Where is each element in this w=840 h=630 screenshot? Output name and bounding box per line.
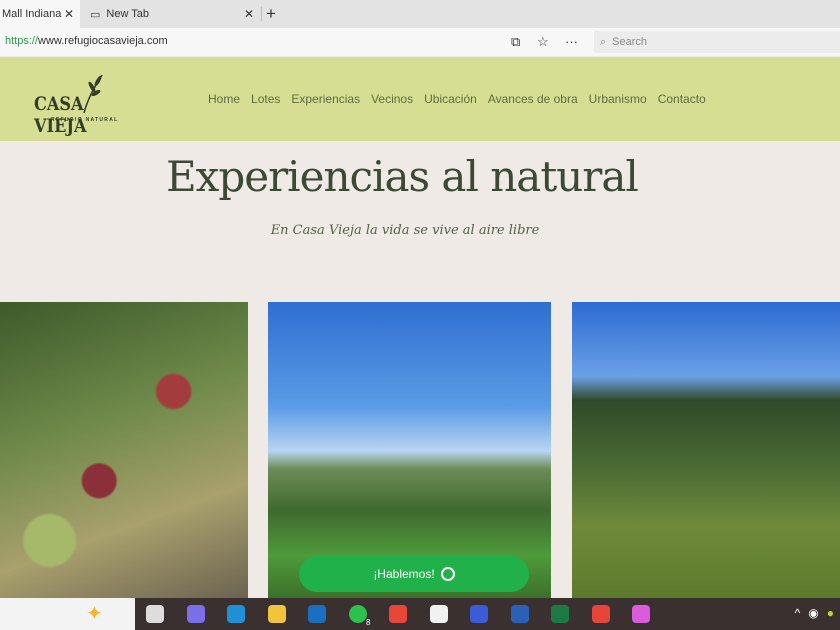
chrome-icon[interactable] [389, 605, 407, 623]
whatsapp-icon [440, 567, 455, 581]
nav-urbanismo[interactable]: Urbanismo [589, 92, 647, 106]
logo[interactable]: CASA VIEJA REFUGIO NATURAL [34, 73, 154, 137]
system-tray: ^ ◉ ● [795, 606, 834, 620]
address-bar: https://www.refugiocasavieja.com ⧉ ☆ ···… [0, 28, 840, 56]
nav-home[interactable]: Home [208, 92, 240, 106]
translate-icon[interactable]: ⧉ [511, 34, 520, 50]
search-icon: ⌕ [600, 35, 607, 48]
more-icon[interactable]: ··· [565, 34, 578, 49]
site-header: CASA VIEJA REFUGIO NATURAL Home Lotes Ex… [0, 57, 840, 141]
logo-subtitle: REFUGIO NATURAL [51, 117, 119, 123]
tab-new-tab[interactable]: ▭ New Tab ✕ [82, 0, 260, 28]
url-host: www.refugiocasavieja.com [38, 35, 168, 47]
new-tab-button[interactable]: + [266, 4, 276, 24]
edge-icon[interactable] [227, 605, 245, 623]
close-tab-icon[interactable]: ✕ [244, 7, 254, 21]
tray-app-icon[interactable]: ● [827, 606, 834, 620]
photo-hikers [572, 302, 840, 600]
task-view-icon[interactable] [146, 605, 164, 623]
taskbar: ✦ 8 ^ ◉ ● [0, 598, 840, 630]
nav-experiencias[interactable]: Experiencias [291, 92, 360, 106]
page-icon: ▭ [90, 8, 101, 21]
search-placeholder: Search [612, 36, 648, 48]
copilot-icon[interactable] [186, 605, 205, 623]
url-scheme: https:// [5, 35, 39, 47]
store-icon[interactable] [429, 605, 448, 623]
tagline: En Casa Vieja la vida se vive al aire li… [270, 223, 540, 238]
logo-text: CASA VIEJA [34, 93, 87, 137]
azure-data-icon[interactable] [470, 605, 488, 623]
nav-avances[interactable]: Avances de obra [488, 92, 578, 106]
close-tab-icon[interactable]: ✕ [64, 7, 74, 21]
main-nav: Home Lotes Experiencias Vecinos Ubicació… [208, 92, 706, 106]
file-explorer-icon[interactable] [267, 605, 286, 623]
search-input[interactable]: ⌕ Search [594, 31, 840, 53]
word-icon[interactable] [510, 605, 529, 623]
favorite-star-icon[interactable]: ☆ [537, 34, 549, 50]
chevron-up-icon[interactable]: ^ [795, 606, 801, 620]
notification-badge: 8 [364, 618, 373, 627]
cta-label: ¡Hablemos! [373, 567, 435, 581]
outlook-icon[interactable] [308, 605, 326, 623]
nav-ubicacion[interactable]: Ubicación [424, 92, 477, 106]
whatsapp-icon[interactable]: 8 [348, 605, 373, 627]
photo-berries [0, 302, 248, 600]
excel-icon[interactable] [551, 605, 569, 623]
url-field[interactable]: https://www.refugiocasavieja.com [5, 35, 168, 47]
wps-icon[interactable] [591, 605, 610, 623]
divider [261, 7, 262, 21]
nav-contacto[interactable]: Contacto [658, 92, 706, 106]
taskbar-search-area[interactable]: ✦ [0, 598, 135, 630]
tab-mall-indiana[interactable]: Mall Indiana ✕ [0, 0, 80, 28]
paint-icon[interactable] [632, 605, 650, 623]
page-title: Experiencias al natural [166, 152, 639, 201]
whatsapp-cta-button[interactable]: ¡Hablemos! [299, 556, 529, 592]
nav-lotes[interactable]: Lotes [251, 92, 280, 106]
tab-label: New Tab [106, 8, 150, 20]
tab-bar: Mall Indiana ✕ ▭ New Tab ✕ + [0, 0, 840, 28]
tab-label: Mall Indiana [2, 8, 62, 20]
sparkle-icon: ✦ [86, 603, 103, 625]
record-icon[interactable]: ◉ [808, 606, 818, 620]
nav-vecinos[interactable]: Vecinos [371, 92, 413, 106]
